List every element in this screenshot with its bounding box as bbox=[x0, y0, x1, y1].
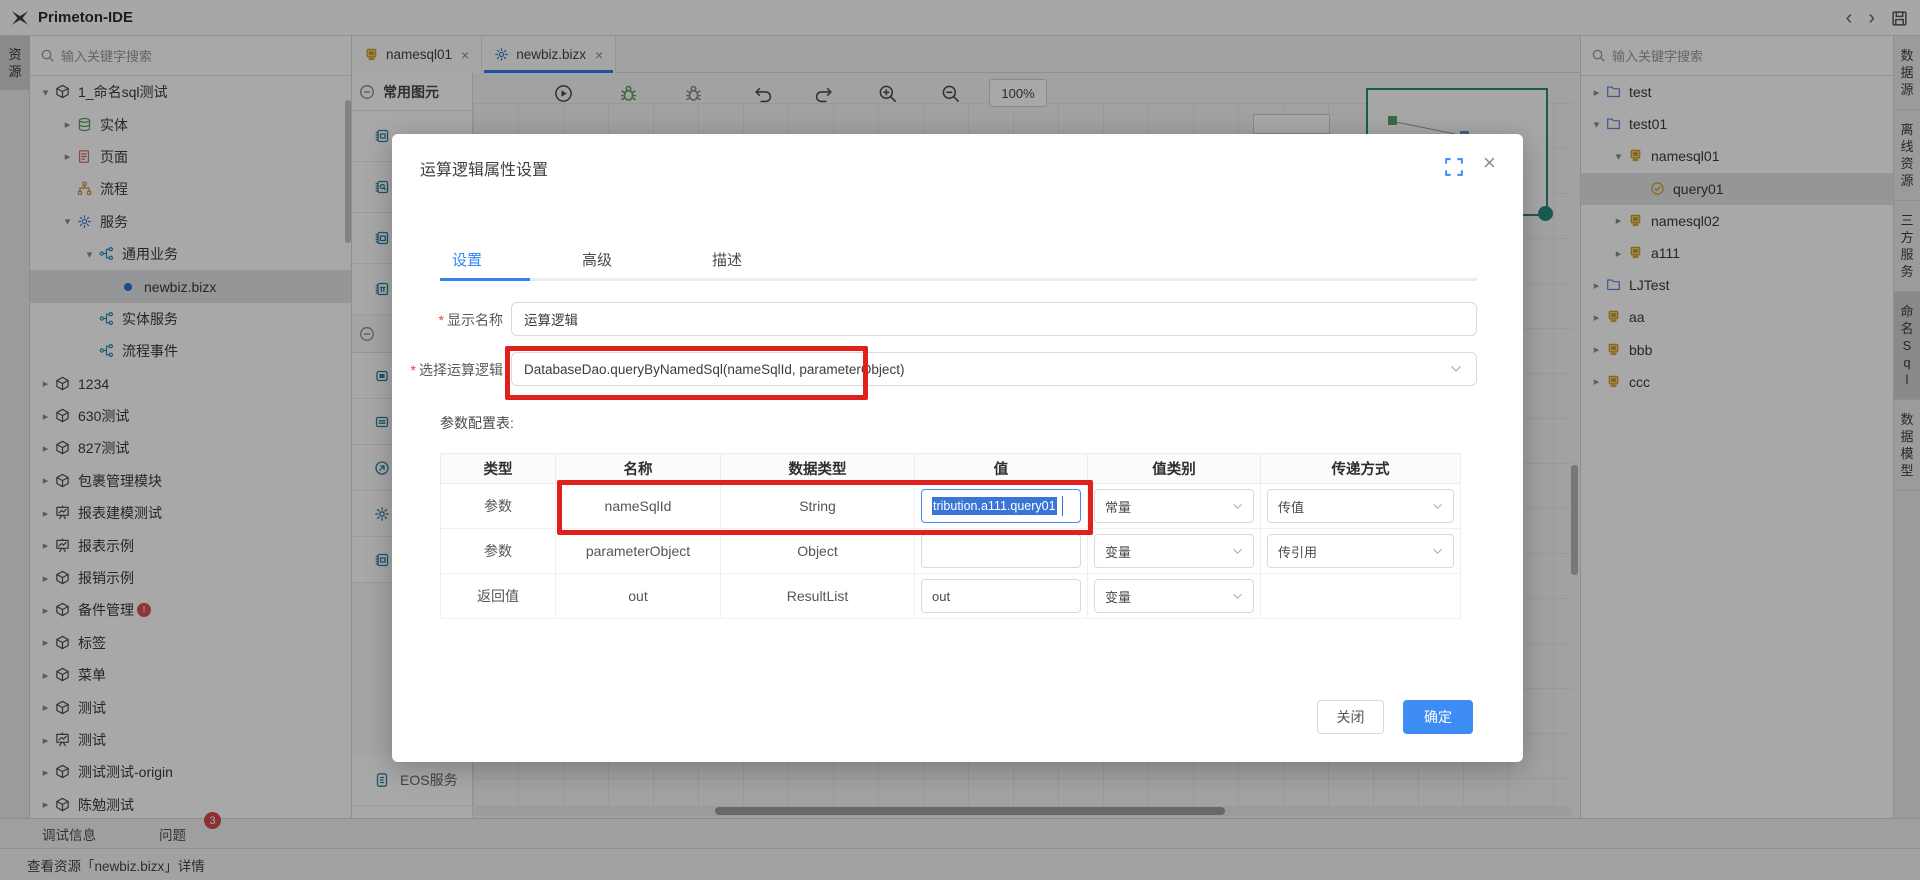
pass-mode-select[interactable]: 传值 bbox=[1267, 489, 1454, 523]
cell-type: 返回值 bbox=[441, 574, 556, 619]
cell-pass-mode: 传引用 bbox=[1261, 529, 1461, 574]
tab-ink-bar bbox=[440, 278, 530, 281]
display-name-input[interactable]: 运算逻辑 bbox=[511, 302, 1477, 336]
pass-mode-select[interactable]: 传引用 bbox=[1267, 534, 1454, 568]
select-value: 变量 bbox=[1105, 542, 1131, 561]
param-table: 类型名称数据类型值值类别传递方式参数nameSqlIdString tributi… bbox=[440, 453, 1461, 619]
cell-data_type: String bbox=[721, 484, 915, 529]
table-header-数据类型: 数据类型 bbox=[721, 454, 915, 484]
ok-button[interactable]: 确定 bbox=[1403, 700, 1473, 734]
cell-value: out bbox=[915, 574, 1088, 619]
dialog-title: 运算逻辑属性设置 bbox=[420, 156, 548, 180]
select-value: 常量 bbox=[1105, 497, 1131, 516]
value-input[interactable]: out bbox=[921, 579, 1081, 613]
chevron-down-icon bbox=[1450, 365, 1462, 373]
table-header-类型: 类型 bbox=[441, 454, 556, 484]
logic-properties-dialog: 运算逻辑属性设置 × 设置高级描述 *显示名称 运算逻辑 *选择运算逻辑 Dat… bbox=[392, 134, 1523, 762]
value-kind-select[interactable]: 常量 bbox=[1094, 489, 1254, 523]
cell-name: nameSqlId bbox=[556, 484, 721, 529]
table-header-名称: 名称 bbox=[556, 454, 721, 484]
text-cursor bbox=[1062, 496, 1064, 516]
cell-type: 参数 bbox=[441, 484, 556, 529]
table-header-传递方式: 传递方式 bbox=[1261, 454, 1461, 484]
cell-value-kind: 常量 bbox=[1088, 484, 1261, 529]
close-button[interactable]: 关闭 bbox=[1317, 700, 1384, 734]
cell-pass-mode: 传值 bbox=[1261, 484, 1461, 529]
cell-data_type: ResultList bbox=[721, 574, 915, 619]
dialog-tab-描述[interactable]: 描述 bbox=[700, 246, 754, 280]
table-row: 返回值outResultListout变量 bbox=[441, 574, 1461, 619]
table-header-值类别: 值类别 bbox=[1088, 454, 1261, 484]
value-input[interactable] bbox=[921, 534, 1081, 568]
dialog-tab-高级[interactable]: 高级 bbox=[570, 246, 624, 280]
chevron-down-icon bbox=[1232, 548, 1243, 555]
select-value: 变量 bbox=[1105, 587, 1131, 606]
value-kind-select[interactable]: 变量 bbox=[1094, 579, 1254, 613]
cell-value-kind: 变量 bbox=[1088, 529, 1261, 574]
display-name-value: 运算逻辑 bbox=[524, 309, 578, 329]
select-value: 传引用 bbox=[1278, 542, 1317, 561]
table-header-值: 值 bbox=[915, 454, 1088, 484]
tab-track bbox=[440, 278, 1477, 281]
value-text: out bbox=[932, 589, 950, 604]
field-label-select-logic: *选择运算逻辑 bbox=[353, 360, 503, 380]
value-input[interactable]: tribution.a111.query01 bbox=[921, 489, 1081, 523]
selected-text: tribution.a111.query01 bbox=[932, 497, 1057, 515]
cell-data_type: Object bbox=[721, 529, 915, 574]
logic-select[interactable]: DatabaseDao.queryByNamedSql(nameSqlId, p… bbox=[511, 352, 1477, 386]
chevron-down-icon bbox=[1432, 503, 1443, 510]
cell-value: tribution.a111.query01 bbox=[915, 484, 1088, 529]
select-value: 传值 bbox=[1278, 497, 1304, 516]
field-label-display-name: *显示名称 bbox=[353, 310, 503, 330]
fullscreen-icon[interactable] bbox=[1445, 158, 1463, 176]
chevron-down-icon bbox=[1232, 503, 1243, 510]
cell-value-kind: 变量 bbox=[1088, 574, 1261, 619]
chevron-down-icon bbox=[1232, 593, 1243, 600]
table-row: 参数nameSqlIdString tribution.a111.query01 常… bbox=[441, 484, 1461, 529]
chevron-down-icon bbox=[1432, 548, 1443, 555]
cell-value bbox=[915, 529, 1088, 574]
logic-select-value: DatabaseDao.queryByNamedSql(nameSqlId, p… bbox=[524, 362, 904, 377]
dialog-tabs: 设置 高级 描述 bbox=[440, 246, 754, 280]
close-icon[interactable]: × bbox=[1483, 150, 1496, 176]
table-row: 参数parameterObjectObject 变量 传引用 bbox=[441, 529, 1461, 574]
cell-name: parameterObject bbox=[556, 529, 721, 574]
value-kind-select[interactable]: 变量 bbox=[1094, 534, 1254, 568]
cell-name: out bbox=[556, 574, 721, 619]
cell-pass-mode bbox=[1261, 574, 1461, 619]
dialog-tab-设置[interactable]: 设置 bbox=[440, 246, 494, 280]
cell-type: 参数 bbox=[441, 529, 556, 574]
param-table-title: 参数配置表: bbox=[440, 413, 514, 433]
